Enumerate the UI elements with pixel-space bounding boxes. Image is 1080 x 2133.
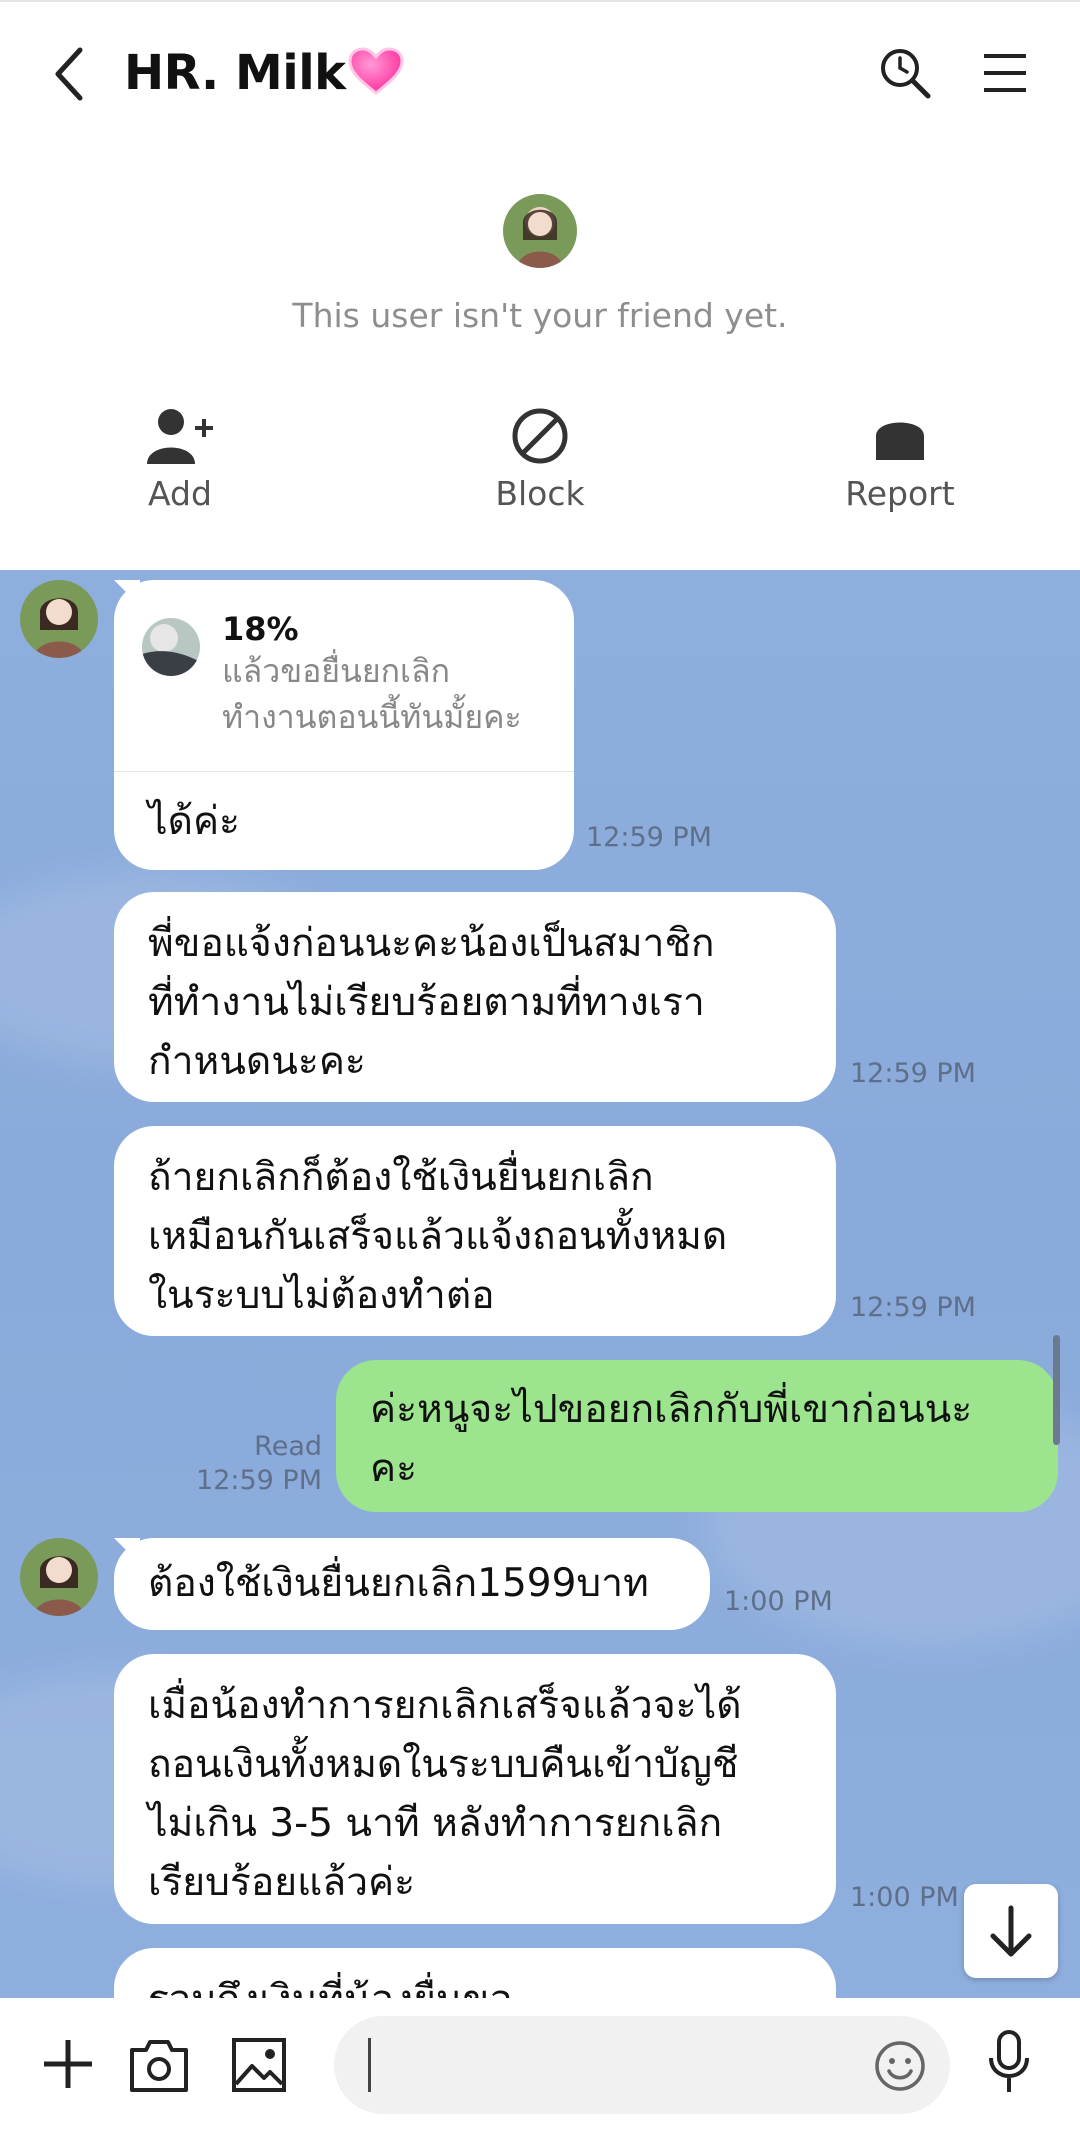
message-bubble[interactable]: พี่ขอแจ้งก่อนนะคะน้องเป็นสมาชิก ที่ทำงาน… xyxy=(114,892,836,1102)
reply-quote[interactable]: 18% แล้วขอยื่นยกเลิก ทำงานตอนนี้ทันมั้ยค… xyxy=(114,580,574,772)
message-time: 1:00 PM xyxy=(850,1882,959,1913)
message-line: กำหนดนะคะ xyxy=(148,1039,366,1084)
message-line: เมื่อน้องทำการยกเลิกเสร็จแล้วจะได้ xyxy=(148,1683,742,1728)
message-line: ที่ทำงานไม่เรียบร้อยตามที่ทางเรา xyxy=(148,980,705,1025)
report-icon xyxy=(876,422,924,460)
contact-avatar[interactable] xyxy=(503,194,577,268)
add-label: Add xyxy=(148,474,212,513)
message-time: 12:59 PM xyxy=(586,822,712,853)
message-text: ได้ค่ะ xyxy=(148,799,240,844)
pink-heart-emoji-icon xyxy=(348,47,404,95)
scroll-to-bottom-button[interactable] xyxy=(964,1884,1058,1978)
message-input[interactable] xyxy=(334,2016,950,2114)
report-label: Report xyxy=(845,474,955,513)
message-line: ในระบบไม่ต้องทำต่อ xyxy=(148,1273,495,1318)
message-time: 1:00 PM xyxy=(724,1586,833,1617)
menu-icon[interactable] xyxy=(982,50,1028,96)
microphone-icon[interactable] xyxy=(986,2028,1032,2096)
message-time: 12:59 PM xyxy=(850,1292,976,1323)
profile-panel: This user isn't your friend yet. Add Blo… xyxy=(0,140,1080,570)
message-line: ค่ะหนูจะไปขอยกเลิกกับพี่เขาก่อนนะ xyxy=(370,1387,973,1432)
message-composer xyxy=(0,1998,1080,2133)
block-label: Block xyxy=(495,474,585,513)
text-cursor xyxy=(368,2038,371,2092)
scrollbar[interactable] xyxy=(1053,1335,1060,1445)
chat-messages-area[interactable]: 18% แล้วขอยื่นยกเลิก ทำงานตอนนี้ทันมั้ยค… xyxy=(0,570,1080,1998)
sender-avatar[interactable] xyxy=(20,580,98,658)
camera-icon[interactable] xyxy=(128,2036,190,2094)
message-time: 12:59 PM xyxy=(850,1058,976,1089)
message-bubble[interactable]: เมื่อน้องทำการยกเลิกเสร็จแล้วจะได้ ถอนเง… xyxy=(114,1654,836,1924)
read-receipt: Read 12:59 PM xyxy=(196,1431,322,1496)
message-line: รวมถึงเงินที่น้องยื่นขอ xyxy=(148,1970,836,1998)
sender-avatar[interactable] xyxy=(20,1538,98,1616)
reply-thumbnail xyxy=(142,618,200,676)
message-line: ถ้ายกเลิกก็ต้องใช้เงินยื่นยกเลิก xyxy=(148,1155,654,1200)
block-icon xyxy=(512,408,568,464)
add-friend-icon xyxy=(147,409,213,464)
reply-text: แล้วขอยื่นยกเลิก ทำงานตอนนี้ทันมั้ยคะ xyxy=(222,652,522,736)
message-line: ต้องใช้เงินยื่นยกเลิก1599บาท xyxy=(148,1561,649,1606)
message-bubble[interactable]: ถ้ายกเลิกก็ต้องใช้เงินยื่นยกเลิก เหมือนก… xyxy=(114,1126,836,1336)
message-line: คะ xyxy=(370,1446,418,1491)
block-button[interactable]: Block xyxy=(440,406,640,513)
chat-header: HR. Milk xyxy=(0,0,1080,140)
emoji-icon[interactable] xyxy=(874,2040,926,2092)
my-message-bubble[interactable]: ค่ะหนูจะไปขอยกเลิกกับพี่เขาก่อนนะ คะ xyxy=(336,1360,1058,1512)
add-friend-button[interactable]: Add xyxy=(80,406,280,513)
message-bubble[interactable]: ต้องใช้เงินยื่นยกเลิก1599บาท xyxy=(114,1538,710,1630)
message-bubble[interactable]: รวมถึงเงินที่น้องยื่นขอ xyxy=(114,1948,836,1998)
chat-title: HR. Milk xyxy=(124,38,404,108)
image-icon[interactable] xyxy=(230,2036,288,2094)
message-bubble[interactable]: 18% แล้วขอยื่นยกเลิก ทำงานตอนนี้ทันมั้ยค… xyxy=(114,580,574,870)
search-icon[interactable] xyxy=(878,46,934,102)
message-line: เรียบร้อยแล้วค่ะ xyxy=(148,1860,416,1905)
message-line: ไม่เกิน 3-5 นาที หลังทำการยกเลิก xyxy=(148,1801,723,1846)
plus-icon[interactable] xyxy=(40,2036,96,2092)
message-line: เหมือนกันเสร็จแล้วแจ้งถอนทั้งหมด xyxy=(148,1214,728,1259)
not-friend-notice: This user isn't your friend yet. xyxy=(292,296,788,335)
report-button[interactable]: Report xyxy=(800,406,1000,513)
message-line: ถอนเงินทั้งหมดในระบบคืนเข้าบัญชี xyxy=(148,1742,739,1787)
message-line: พี่ขอแจ้งก่อนนะคะน้องเป็นสมาชิก xyxy=(148,921,715,966)
arrow-down-icon xyxy=(990,1905,1032,1957)
back-arrow-icon[interactable] xyxy=(48,44,92,104)
